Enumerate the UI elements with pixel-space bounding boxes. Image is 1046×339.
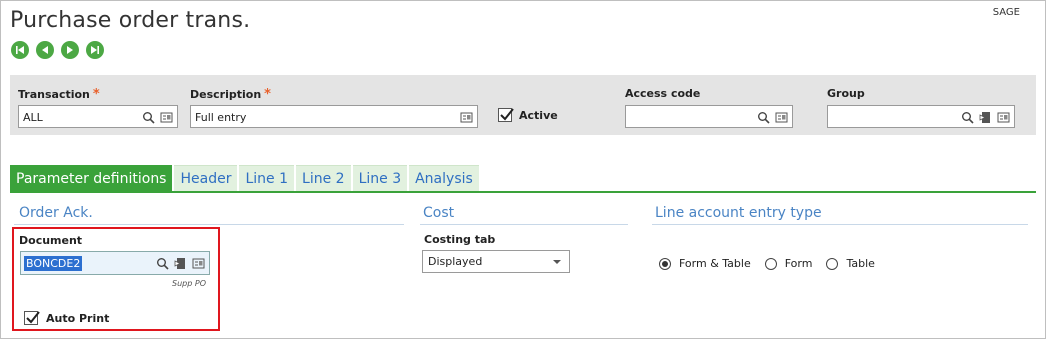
transaction-input-box xyxy=(18,105,178,128)
previous-record-icon[interactable] xyxy=(36,41,54,59)
checkbox-icon[interactable] xyxy=(24,311,40,325)
radio-label: Form & Table xyxy=(679,257,751,270)
costing-tab-label: Costing tab xyxy=(424,233,496,246)
folder-name: SAGE xyxy=(992,7,1020,18)
document-value: BONCDE2 xyxy=(24,256,83,271)
tab-analysis[interactable]: Analysis xyxy=(409,165,479,191)
details-icon[interactable] xyxy=(159,110,173,124)
details-icon[interactable] xyxy=(191,256,205,270)
transaction-field: Transaction * xyxy=(18,87,178,128)
group-label: Group xyxy=(827,87,865,100)
tab-line-1[interactable]: Line 1 xyxy=(239,165,295,191)
active-label: Active xyxy=(519,108,558,122)
document-subtext: Supp PO xyxy=(172,279,206,288)
line-account-section-title: Line account entry type xyxy=(655,205,822,221)
description-field: Description * xyxy=(190,87,478,128)
radio-label: Form xyxy=(784,257,813,270)
group-field: Group xyxy=(827,87,1015,128)
tab-underline xyxy=(10,191,1036,193)
radio-form[interactable]: Form xyxy=(764,257,813,270)
access-code-label: Access code xyxy=(625,87,701,100)
cost-section-title: Cost xyxy=(423,205,455,221)
group-input-box xyxy=(827,105,1015,128)
first-record-icon[interactable] xyxy=(11,41,29,59)
document-label: Document xyxy=(19,234,83,247)
details-icon[interactable] xyxy=(996,110,1010,124)
chevron-down-icon xyxy=(553,260,561,264)
access-code-field: Access code xyxy=(625,87,793,128)
tab-bar: Parameter definitions Header Line 1 Line… xyxy=(10,165,479,191)
line-account-entry-type-options: Form & Table Form Table xyxy=(659,257,889,270)
required-marker: * xyxy=(264,87,271,102)
jump-to-icon[interactable] xyxy=(173,256,187,270)
access-code-input[interactable] xyxy=(630,110,730,124)
costing-tab-value: Displayed xyxy=(428,255,483,268)
radio-table[interactable]: Table xyxy=(826,257,875,270)
line-account-divider xyxy=(652,224,1028,225)
document-input[interactable]: BONCDE2 xyxy=(20,251,210,275)
details-icon[interactable] xyxy=(459,110,473,124)
cost-divider xyxy=(420,224,628,225)
radio-selected-icon[interactable] xyxy=(659,257,671,270)
description-input[interactable] xyxy=(195,110,435,124)
access-code-input-box xyxy=(625,105,793,128)
jump-to-icon[interactable] xyxy=(978,110,992,124)
transaction-input[interactable] xyxy=(23,110,123,124)
required-marker: * xyxy=(92,87,100,102)
search-icon[interactable] xyxy=(155,256,169,270)
record-navigation xyxy=(11,41,104,59)
radio-unselected-icon[interactable] xyxy=(764,257,777,270)
auto-print-checkbox[interactable]: Auto Print xyxy=(24,311,109,325)
tab-line-3[interactable]: Line 3 xyxy=(352,165,408,191)
costing-tab-select[interactable]: Displayed xyxy=(422,250,570,273)
search-icon[interactable] xyxy=(756,110,770,124)
search-icon[interactable] xyxy=(141,110,155,124)
group-input[interactable] xyxy=(832,110,932,124)
last-record-icon[interactable] xyxy=(86,41,104,59)
next-record-icon[interactable] xyxy=(61,41,79,59)
radio-form-and-table[interactable]: Form & Table xyxy=(659,257,751,270)
checkbox-icon[interactable] xyxy=(498,108,514,122)
active-checkbox[interactable]: Active xyxy=(498,108,558,122)
document-highlight-box: Document BONCDE2 Supp PO Auto Print xyxy=(12,227,220,331)
page-title: Purchase order trans. xyxy=(10,8,251,33)
order-ack-section-title: Order Ack. xyxy=(19,205,93,221)
tab-parameter-definitions[interactable]: Parameter definitions xyxy=(10,165,173,191)
auto-print-label: Auto Print xyxy=(46,311,110,325)
details-icon[interactable] xyxy=(774,110,788,124)
radio-unselected-icon[interactable] xyxy=(826,257,839,270)
radio-label: Table xyxy=(846,257,875,270)
transaction-label: Transaction * xyxy=(18,87,100,102)
filter-bar: Transaction* Description* Active Acces xyxy=(10,75,1036,135)
tab-line-2[interactable]: Line 2 xyxy=(296,165,351,191)
description-label: Description * xyxy=(190,87,271,102)
description-input-box xyxy=(190,105,478,128)
order-ack-divider xyxy=(14,224,404,225)
tab-header[interactable]: Header xyxy=(174,165,238,191)
search-icon[interactable] xyxy=(960,110,974,124)
